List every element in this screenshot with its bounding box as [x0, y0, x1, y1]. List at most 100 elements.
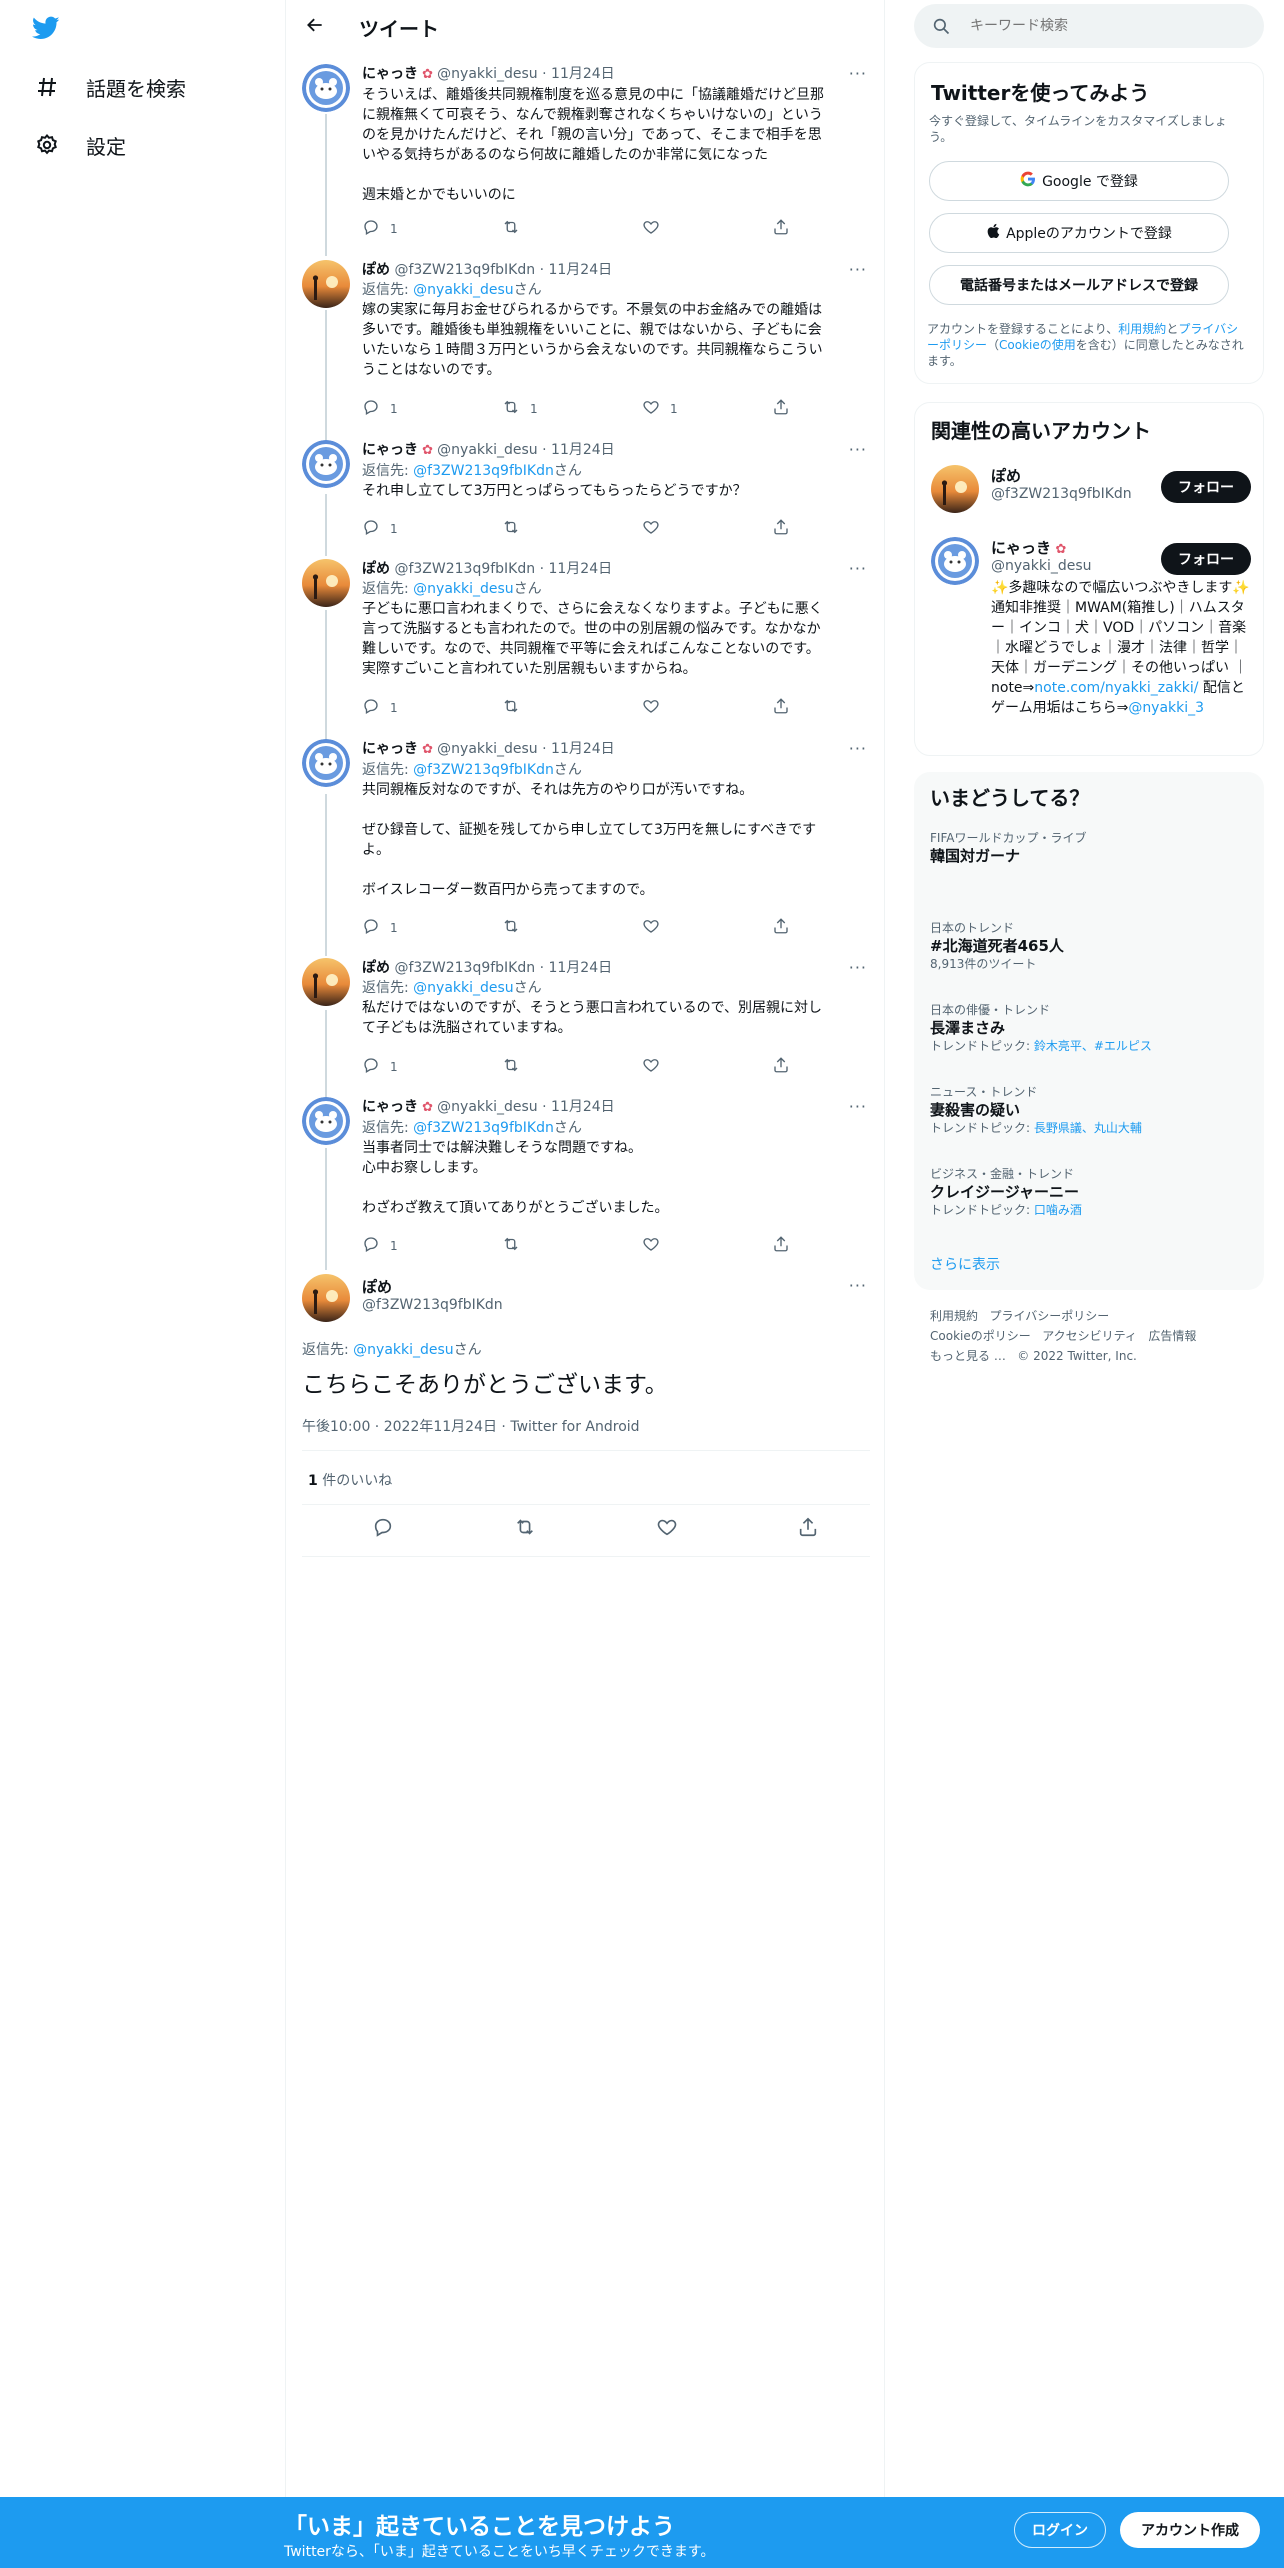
reply-button[interactable]: 1	[362, 398, 398, 419]
tweet-author-handle[interactable]: @f3ZW213q9fbIKdn	[394, 960, 535, 976]
more-options-icon[interactable]: ···	[849, 260, 867, 279]
like-button[interactable]	[642, 697, 670, 718]
reply-button[interactable]: 1	[362, 917, 398, 938]
tweet-author-handle[interactable]: @f3ZW213q9fbIKdn	[394, 262, 535, 278]
retweet-button[interactable]	[502, 518, 530, 539]
reply-button[interactable]: 1	[362, 1235, 398, 1256]
more-options-icon[interactable]: ···	[849, 559, 867, 578]
reply-button[interactable]: 1	[362, 1056, 398, 1077]
avatar-pome[interactable]	[302, 958, 350, 1006]
tweet-date[interactable]: 11月24日	[548, 960, 612, 976]
like-button[interactable]	[642, 518, 670, 539]
tweet-author-handle[interactable]: @nyakki_desu	[437, 66, 538, 82]
reply-to-link[interactable]: @nyakki_desu	[353, 1342, 454, 1358]
retweet-button[interactable]	[502, 1056, 530, 1077]
like-button[interactable]	[642, 1056, 670, 1077]
tweet-date[interactable]: 11月24日	[548, 561, 612, 577]
retweet-button[interactable]	[502, 697, 530, 718]
bio-account-link[interactable]: @nyakki_3	[1128, 700, 1204, 716]
search-input[interactable]	[970, 4, 1250, 48]
tweet-author-name[interactable]: にゃっき	[362, 1099, 418, 1115]
share-button[interactable]	[772, 398, 790, 419]
reply-to-link[interactable]: @f3ZW213q9fbIKdn	[413, 762, 554, 778]
footer-terms[interactable]: 利用規約	[930, 1309, 978, 1323]
reply-to-link[interactable]: @nyakki_desu	[413, 282, 514, 298]
tweet-full-date[interactable]: 2022年11月24日	[384, 1419, 497, 1435]
trend-item[interactable]: ニュース・トレンド 妻殺害の疑い トレンドトピック: 長野県議、丸山大輔	[930, 1084, 1250, 1136]
search-box[interactable]	[914, 4, 1264, 48]
apple-signup-button[interactable]: Appleのアカウントで登録	[929, 213, 1229, 253]
tweet-author-name[interactable]: ぽめ	[362, 960, 390, 976]
tweet-author-handle[interactable]: @f3ZW213q9fbIKdn	[394, 561, 535, 577]
more-options-icon[interactable]: ···	[849, 739, 867, 758]
follow-button[interactable]: フォロー	[1161, 543, 1251, 575]
login-button[interactable]: ログイン	[1014, 2512, 1106, 2548]
like-count-line[interactable]: 1 件のいいね	[308, 1470, 392, 1490]
phone-email-signup-button[interactable]: 電話番号またはメールアドレスで登録	[929, 265, 1229, 305]
nav-explore[interactable]: 話題を検索	[34, 67, 186, 107]
like-button[interactable]	[656, 1516, 678, 1542]
reply-to-link[interactable]: @nyakki_desu	[413, 581, 514, 597]
footer-cookie[interactable]: Cookieのポリシー	[930, 1329, 1031, 1343]
tweet-author-handle[interactable]: @nyakki_desu	[437, 442, 538, 458]
retweet-button[interactable]: 1	[502, 398, 538, 419]
tweet-time[interactable]: 午後10:00	[302, 1419, 370, 1435]
google-signup-button[interactable]: Google で登録	[929, 161, 1229, 201]
reply-button[interactable]: 1	[362, 218, 398, 239]
like-button[interactable]	[642, 1235, 670, 1256]
reply-to-link[interactable]: @f3ZW213q9fbIKdn	[413, 1120, 554, 1136]
reply-to-link[interactable]: @f3ZW213q9fbIKdn	[413, 463, 554, 479]
tweet-date[interactable]: 11月24日	[551, 741, 615, 757]
share-button[interactable]	[772, 1056, 790, 1077]
cookie-link[interactable]: Cookieの使用	[999, 338, 1076, 352]
tweet-author-name[interactable]: ぽめ	[362, 561, 390, 577]
avatar-pome[interactable]	[931, 465, 979, 513]
trend-item[interactable]: 日本のトレンド #北海道死者465人 8,913件のツイート	[930, 920, 1250, 972]
avatar-pome[interactable]	[302, 559, 350, 607]
share-button[interactable]	[772, 1235, 790, 1256]
tweet-author-name[interactable]: にゃっき	[362, 66, 418, 82]
footer-ads[interactable]: 広告情報	[1148, 1329, 1196, 1343]
like-button[interactable]	[642, 917, 670, 938]
reply-button[interactable]: 1	[362, 697, 398, 718]
more-options-icon[interactable]: ···	[849, 958, 867, 977]
trend-topics-links[interactable]: 長野県議、丸山大輔	[1034, 1121, 1142, 1135]
tweet-author-handle[interactable]: @nyakki_desu	[437, 1099, 538, 1115]
tweet-date[interactable]: 11月24日	[551, 1099, 615, 1115]
tweet-author-name[interactable]: ぽめ	[362, 262, 390, 278]
nav-settings[interactable]: 設定	[34, 125, 126, 165]
more-options-icon[interactable]: ···	[849, 64, 867, 83]
back-button[interactable]	[300, 12, 330, 42]
share-button[interactable]	[772, 518, 790, 539]
retweet-button[interactable]	[502, 917, 530, 938]
avatar-nyakki[interactable]	[302, 64, 350, 112]
tweet-date[interactable]: 11月24日	[548, 262, 612, 278]
retweet-button[interactable]	[502, 1235, 530, 1256]
retweet-button[interactable]	[502, 218, 530, 239]
more-options-icon[interactable]: ···	[849, 1276, 867, 1295]
terms-link[interactable]: 利用規約	[1118, 322, 1166, 336]
tweet-date[interactable]: 11月24日	[551, 442, 615, 458]
share-button[interactable]	[772, 697, 790, 718]
footer-more[interactable]: もっと見る …	[930, 1349, 1006, 1363]
avatar-nyakki[interactable]	[302, 1097, 350, 1145]
trend-item[interactable]: 日本の俳優・トレンド 長澤まさみ トレンドトピック: 鈴木亮平、#エルピス	[930, 1002, 1250, 1054]
avatar-nyakki[interactable]	[931, 537, 979, 585]
more-options-icon[interactable]: ···	[849, 440, 867, 459]
reply-button[interactable]	[372, 1516, 394, 1542]
share-button[interactable]	[772, 218, 790, 239]
like-button[interactable]	[642, 218, 670, 239]
tweet-author-handle[interactable]: @nyakki_desu	[437, 741, 538, 757]
focused-author[interactable]: ぽめ @f3ZW213q9fbIKdn	[362, 1276, 503, 1313]
trend-item[interactable]: ビジネス・金融・トレンド クレイジージャーニー トレンドトピック: 口噛み酒	[930, 1166, 1250, 1218]
more-options-icon[interactable]: ···	[849, 1097, 867, 1116]
footer-privacy[interactable]: プライバシーポリシー	[989, 1309, 1109, 1323]
avatar-nyakki[interactable]	[302, 440, 350, 488]
tweet-date[interactable]: 11月24日	[551, 66, 615, 82]
related-account[interactable]: にゃっき ✿ @nyakki_desu ✨多趣味なので幅広いつぶやきします✨通知…	[931, 535, 1251, 745]
twitter-logo-icon[interactable]	[30, 14, 66, 44]
trend-item[interactable]: FIFAワールドカップ・ライブ 韓国対ガーナ	[930, 830, 1250, 866]
create-account-button[interactable]: アカウント作成	[1120, 2512, 1260, 2548]
follow-button[interactable]: フォロー	[1161, 471, 1251, 503]
share-button[interactable]	[797, 1516, 819, 1542]
